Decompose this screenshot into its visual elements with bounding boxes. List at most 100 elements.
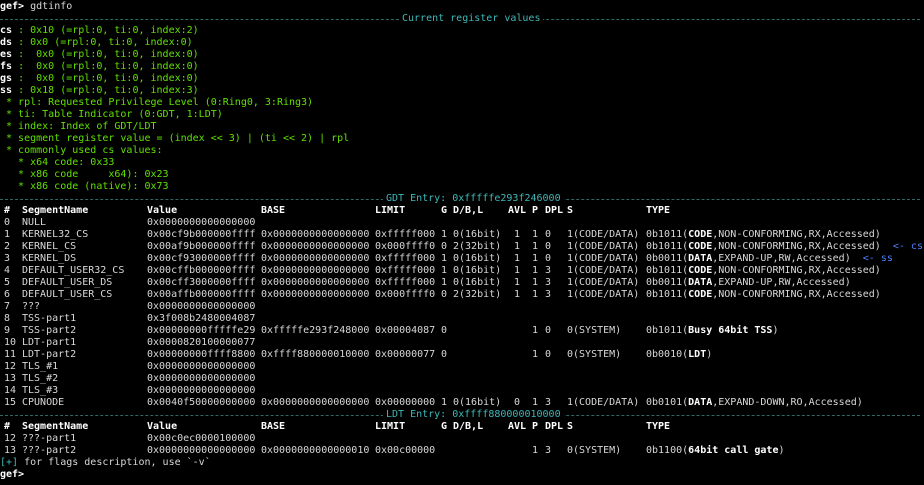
header-g: G: [441, 205, 448, 216]
segment-limit: 0x000ffff0: [375, 289, 436, 300]
header-dpl: DPL: [545, 205, 564, 216]
entry-index: 13: [4, 373, 17, 384]
segment-value: 0x00cff3000000ffff: [147, 277, 256, 288]
note-line: * segment register value = (index << 3) …: [0, 133, 350, 144]
table-row: 2 KERNEL_CS 0x00af9b000000ffff 0x0000000000…: [0, 241, 924, 253]
segment-name: DEFAULT_USER_CS: [22, 289, 113, 300]
flag-s: 0(SYSTEM): [567, 445, 622, 456]
flag-s: 1(CODE/DATA): [567, 265, 640, 276]
segment-name: TSS-part1: [22, 313, 77, 324]
note-line: * x64 code: 0x33: [0, 157, 115, 168]
segment-base: 0x0000000000000000: [261, 397, 370, 408]
entry-index: 8: [4, 313, 11, 324]
flag-s: 0(SYSTEM): [567, 349, 622, 360]
register-value: : 0x0 (=rpl:0, ti:0, index:0): [12, 73, 199, 84]
segment-name: KERNEL32_CS: [22, 229, 89, 240]
register-row: fs : 0x0 (=rpl:0, ti:0, index:0): [0, 61, 924, 73]
header-base: BASE: [261, 205, 286, 216]
type-code: 0b1011(: [646, 265, 689, 276]
entry-index: 12: [4, 361, 17, 372]
header-limit: LIMIT: [375, 205, 406, 216]
flag-g: 0: [441, 325, 448, 336]
flag-dpl: 0: [545, 241, 552, 252]
type-code: 0b0011(: [646, 253, 689, 264]
register-name: gs: [0, 73, 13, 84]
flag-avl: 1: [514, 277, 521, 288]
segment-type: 0b1011(CODE,NON-CONFORMING,RX,Accessed): [646, 265, 881, 277]
entry-index: 14: [4, 385, 17, 396]
type-kind: CODE: [688, 241, 713, 252]
segment-limit: 0x00004087: [375, 325, 436, 336]
flag-dpl: 3: [545, 445, 552, 456]
flag-dpl: 0: [545, 229, 552, 240]
entry-index: 3: [4, 253, 11, 264]
entry-index: 2: [4, 241, 11, 252]
header-s: S: [567, 205, 574, 216]
segment-value: 0x0000000000000000: [147, 373, 256, 384]
type-attrs: ): [706, 349, 713, 360]
register-value: : 0x10 (=rpl:0, ti:0, index:2): [12, 25, 199, 36]
entry-index: 12: [4, 433, 17, 444]
segment-base: 0xffff880000010000: [261, 349, 370, 360]
table-row: 13 ???-part2 0x0000000000000000 0x000000000…: [0, 445, 924, 457]
register-value: : 0x0 (=rpl:0, ti:0, index:0): [12, 61, 199, 72]
segment-value: 0x3f008b2480004087: [147, 313, 256, 324]
flag-dpl: 3: [545, 397, 552, 408]
segment-limit: 0x00000077: [375, 349, 436, 360]
type-kind: DATA: [688, 277, 713, 288]
table-row: 11 LDT-part2 0x00000000ffff8800 0xffff88000…: [0, 349, 924, 361]
flag-s: 1(CODE/DATA): [567, 229, 640, 240]
entry-index: 1: [4, 229, 11, 240]
register-value: : 0x0 (=rpl:0, ti:0, index:0): [12, 49, 199, 60]
flag-g: 0: [441, 289, 448, 300]
segment-value: 0x0000000000000000: [147, 361, 256, 372]
flag-p: 1: [532, 325, 539, 336]
flag-s: 1(CODE/DATA): [567, 289, 640, 300]
flag-g: 1: [441, 277, 448, 288]
flag-s: 0(SYSTEM): [567, 325, 622, 336]
flag-dpl: 3: [545, 277, 552, 288]
segment-base: 0x0000000000000000: [261, 229, 370, 240]
entry-index: 6: [4, 289, 11, 300]
segment-type: 0b1011(CODE,NON-CONFORMING,RX,Accessed) …: [646, 241, 923, 253]
segment-type: 0b0101(DATA,EXPAND-DOWN,RO,Accessed): [646, 397, 863, 409]
segment-name: DEFAULT_USER32_CS: [22, 265, 125, 276]
segment-limit: 0x00000000: [375, 397, 436, 408]
entry-index: 4: [4, 265, 11, 276]
type-attrs: ): [778, 445, 785, 456]
flag-p: 1: [532, 229, 539, 240]
flag-g: 1: [441, 253, 448, 264]
flag-p: 1: [532, 241, 539, 252]
segment-name: TLS_#1: [22, 361, 59, 372]
segment-base: 0x0000000000000000: [261, 241, 370, 252]
header-db-l: D/B,L: [453, 205, 484, 216]
segment-name: KERNEL_CS: [22, 241, 77, 252]
flag-db-l: 0(16bit): [453, 253, 502, 264]
flag-avl: 1: [514, 289, 521, 300]
notes-list: * rpl: Requested Privilege Level (0:Ring…: [0, 97, 924, 193]
segment-type: 0b1011(CODE,NON-CONFORMING,RX,Accessed): [646, 229, 881, 241]
type-code: 0b1011(: [646, 241, 689, 252]
segment-base: 0x0000000000000010: [261, 445, 370, 456]
header-value: Value: [147, 421, 178, 432]
table-row: 6 DEFAULT_USER_CS 0x00affb000000ffff 0x0000…: [0, 289, 924, 301]
flag-dpl: 0: [545, 253, 552, 264]
flag-db-l: 0(16bit): [453, 397, 502, 408]
segment-type: 0b0011(DATA,EXPAND-UP,RW,Accessed) <- ss: [646, 253, 893, 265]
header-base: BASE: [261, 421, 286, 432]
type-attrs: ,EXPAND-DOWN,RO,Accessed): [712, 397, 863, 408]
type-code: 0b0101(: [646, 397, 689, 408]
register-name: ds: [0, 37, 13, 48]
segment-name: ???-part2: [22, 445, 77, 456]
segment-name: TSS-part2: [22, 325, 77, 336]
segment-type: 0b0011(DATA,EXPAND-UP,RW,Accessed): [646, 277, 851, 289]
table-row: 9 TSS-part2 0x00000000fffffe29 0xfffffe293f…: [0, 325, 924, 337]
type-kind: CODE: [688, 229, 713, 240]
segment-type: 0b1011(Busy 64bit TSS): [646, 325, 778, 337]
terminal[interactable]: gef> gdtinfo Current register values cs …: [0, 0, 924, 485]
segment-type: 0b0010(LDT): [646, 349, 712, 361]
type-kind: DATA: [688, 253, 713, 264]
segment-value: 0x00c0ec0000100000: [147, 433, 256, 444]
flag-p: 1: [532, 265, 539, 276]
segment-name: NULL: [22, 217, 47, 228]
